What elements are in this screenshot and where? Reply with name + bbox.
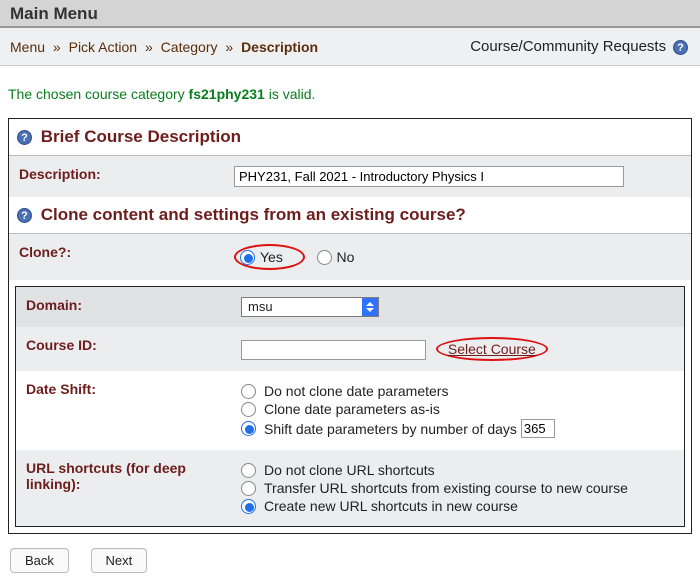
- crumb-sep: »: [221, 39, 237, 55]
- crumb-category[interactable]: Category: [161, 39, 218, 55]
- help-icon[interactable]: ?: [673, 40, 688, 55]
- description-input[interactable]: [234, 166, 624, 187]
- radio-icon: [241, 499, 256, 514]
- description-table: Description:: [9, 156, 691, 197]
- crumb-description: Description: [241, 39, 318, 55]
- radio-icon: [241, 384, 256, 399]
- clone-table: Clone?: Yes No: [9, 234, 691, 280]
- dateshift-opt-2[interactable]: Shift date parameters by number of days: [241, 419, 674, 438]
- radio-icon: [317, 250, 332, 265]
- select-course-highlight: Select Course: [436, 337, 548, 361]
- url-opt-2-label: Create new URL shortcuts in new course: [264, 498, 518, 514]
- url-opt-2[interactable]: Create new URL shortcuts in new course: [241, 498, 674, 514]
- courseid-label: Course ID:: [16, 327, 231, 371]
- domain-label: Domain:: [16, 287, 231, 327]
- clone-yes-label: Yes: [260, 249, 283, 265]
- crumb-pick-action[interactable]: Pick Action: [69, 39, 137, 55]
- url-opt-1-label: Transfer URL shortcuts from existing cou…: [264, 480, 628, 496]
- crumb-sep: »: [141, 39, 157, 55]
- courseid-input[interactable]: [241, 340, 426, 360]
- requests-link-wrap: Course/Community Requests ?: [470, 38, 688, 55]
- radio-icon: [241, 481, 256, 496]
- breadcrumb: Menu » Pick Action » Category » Descript…: [10, 39, 318, 55]
- msg-code: fs21phy231: [189, 86, 265, 102]
- dateshift-opt-1[interactable]: Clone date parameters as-is: [241, 401, 674, 417]
- clone-yes-highlight: Yes: [234, 244, 305, 270]
- help-icon[interactable]: ?: [17, 208, 32, 223]
- url-label: URL shortcuts (for deep linking):: [16, 450, 231, 526]
- domain-select[interactable]: msu: [241, 297, 379, 317]
- radio-icon: [241, 402, 256, 417]
- radio-icon: [241, 421, 256, 436]
- clone-no-label: No: [337, 249, 355, 265]
- url-opt-0-label: Do not clone URL shortcuts: [264, 462, 435, 478]
- help-icon[interactable]: ?: [17, 130, 32, 145]
- status-message: The chosen course category fs21phy231 is…: [0, 66, 700, 118]
- crumb-menu[interactable]: Menu: [10, 39, 45, 55]
- clone-yes-radio[interactable]: Yes: [240, 249, 283, 265]
- dateshift-opt-2-label: Shift date parameters by number of days: [264, 421, 517, 437]
- url-opt-1[interactable]: Transfer URL shortcuts from existing cou…: [241, 480, 674, 496]
- days-input[interactable]: [521, 419, 555, 438]
- dateshift-opt-1-label: Clone date parameters as-is: [264, 401, 440, 417]
- url-opt-0[interactable]: Do not clone URL shortcuts: [241, 462, 674, 478]
- section-description-title: Brief Course Description: [41, 127, 241, 146]
- dateshift-opt-0-label: Do not clone date parameters: [264, 383, 448, 399]
- dateshift-label: Date Shift:: [16, 371, 231, 450]
- crumb-sep: »: [49, 39, 65, 55]
- requests-link[interactable]: Course/Community Requests: [470, 38, 666, 55]
- msg-prefix: The chosen course category: [8, 86, 189, 102]
- description-label: Description:: [9, 156, 224, 197]
- clone-details-panel: Domain: msu Course ID: Select Course: [15, 286, 685, 527]
- radio-icon: [241, 463, 256, 478]
- page-title: Main Menu: [10, 4, 690, 24]
- header-bar: Main Menu: [0, 0, 700, 28]
- clone-no-radio[interactable]: No: [317, 249, 355, 265]
- clone-details-table: Domain: msu Course ID: Select Course: [16, 287, 684, 526]
- msg-suffix: is valid.: [265, 86, 316, 102]
- main-panel: ? Brief Course Description Description: …: [8, 118, 692, 534]
- select-course-link[interactable]: Select Course: [448, 341, 536, 357]
- section-clone-header: ? Clone content and settings from an exi…: [9, 197, 691, 234]
- radio-icon: [240, 250, 255, 265]
- breadcrumb-row: Menu » Pick Action » Category » Descript…: [0, 28, 700, 66]
- dateshift-opt-0[interactable]: Do not clone date parameters: [241, 383, 674, 399]
- section-clone-title: Clone content and settings from an exist…: [41, 205, 466, 224]
- clone-label: Clone?:: [9, 234, 224, 280]
- select-arrow-icon: [362, 298, 378, 316]
- domain-value: msu: [242, 298, 362, 316]
- section-description-header: ? Brief Course Description: [9, 119, 691, 156]
